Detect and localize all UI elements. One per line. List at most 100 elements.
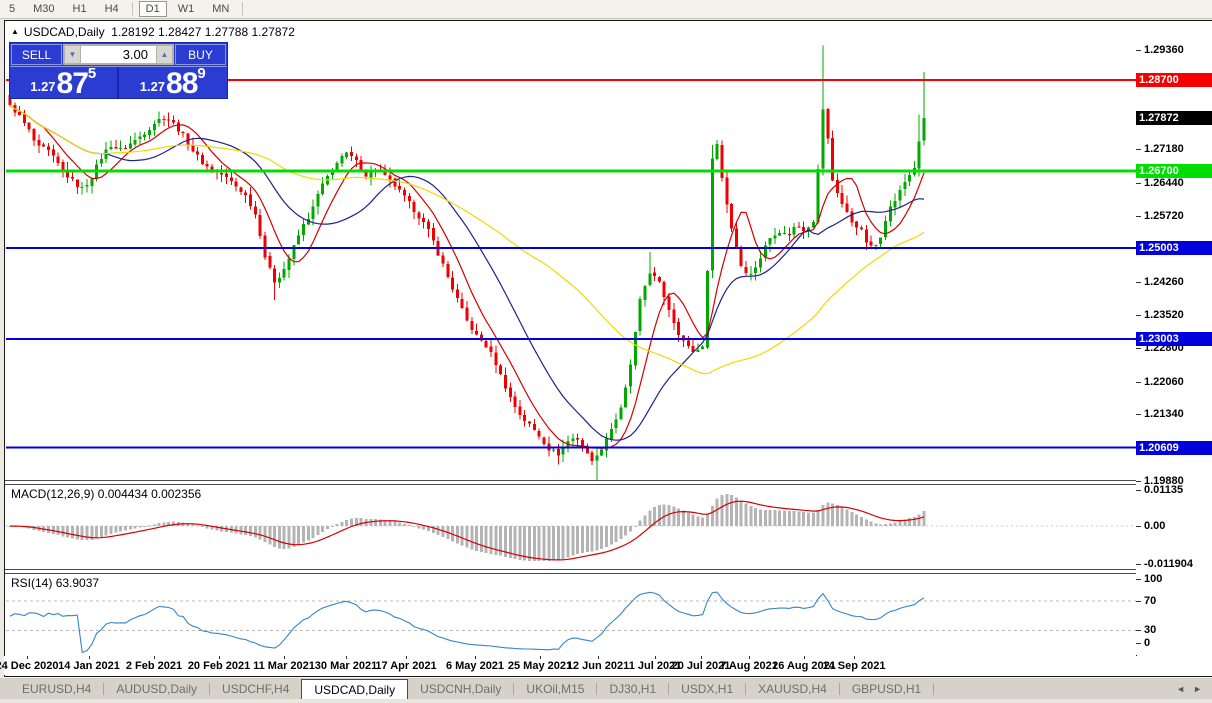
macd-axis-label: -0.011904 (1144, 557, 1193, 570)
volume-decrease-button[interactable]: ▼ (64, 45, 81, 64)
sell-button[interactable]: SELL (11, 44, 62, 65)
axis-tick (1136, 50, 1141, 52)
hline-price-tag: 1.23003 (1136, 331, 1212, 346)
buy-button[interactable]: BUY (175, 44, 226, 65)
date-label: 20 Feb 2021 (187, 660, 251, 672)
date-axis[interactable]: 24 Dec 2020 14 Jan 2021 2 Feb 2021 20 Feb 2… (0, 656, 1212, 675)
panel-splitter-rsi[interactable] (5, 569, 1212, 574)
hline-price-tag: 1.25003 (1136, 241, 1212, 256)
symbol-tab-usdchf[interactable]: USDCHF,H4 (210, 678, 301, 700)
macd-axis-label: 0.00 (1144, 520, 1166, 532)
macd-value-1: 0.004434 (97, 487, 148, 501)
symbol-tab-ukoil[interactable]: UKOil,M15 (514, 678, 596, 700)
hline-price-tag: 1.26700 (1136, 164, 1212, 178)
date-tick (475, 656, 476, 659)
timeframe-button-w1[interactable]: W1 (171, 1, 202, 17)
symbol-tab-bar: EURUSD,H4 AUDUSD,Daily USDCHF,H4 USDCAD,Dai… (0, 677, 1212, 700)
axis-tick (1136, 149, 1141, 151)
axis-tick (1136, 315, 1141, 317)
date-tick (598, 656, 599, 659)
timeframe-button-5[interactable]: 5 (2, 1, 22, 17)
rsi-panel-canvas[interactable] (6, 573, 1136, 656)
volume-spinner: ▼ 3.00 ▲ (63, 44, 174, 65)
price-tick-label: 1.24260 (1144, 275, 1184, 288)
axis-tick (1136, 490, 1141, 491)
date-tick (854, 656, 855, 659)
date-tick (154, 656, 155, 659)
date-label: 12 Jun 2021 (566, 660, 630, 672)
macd-axis-label: 0.01135 (1144, 484, 1184, 496)
buy-price-pip-digit: 9 (197, 65, 206, 82)
price-tick-label: 1.25720 (1144, 209, 1184, 222)
buy-price-big-digits: 88 (166, 67, 198, 100)
price-tick-label: 1.29360 (1144, 44, 1184, 57)
panel-splitter-macd[interactable] (5, 480, 1212, 485)
axis-tick (1136, 182, 1141, 184)
price-tick-label: 1.23520 (1144, 309, 1184, 322)
symbol-period-label: USDCAD,Daily (23, 25, 105, 39)
date-label: 14 Jan 2021 (58, 660, 120, 672)
axis-tick (1136, 579, 1141, 580)
price-axis[interactable]: 1.29360 1.27180 1.26440 1.25720 1.24260 1.235… (1136, 21, 1212, 655)
macd-value-2: 0.002356 (151, 487, 202, 501)
rsi-axis-label: 0 (1144, 637, 1151, 649)
tab-separator (933, 683, 935, 695)
timeframe-button-m30[interactable]: M30 (26, 1, 61, 17)
tab-scroll-left-icon[interactable]: ◄ (1176, 684, 1185, 694)
symbol-tab-xauusd[interactable]: XAUUSD,H4 (746, 678, 839, 700)
price-tick-label: 1.26440 (1144, 176, 1184, 189)
symbol-tab-usdx[interactable]: USDX,H1 (669, 678, 745, 700)
buy-price-display[interactable]: 1.27 88 9 (119, 65, 228, 100)
timeframe-button-h1[interactable]: H1 (66, 1, 94, 17)
date-label: 7 Aug 2021 (720, 660, 778, 672)
date-label: 11 Mar 2021 (253, 660, 315, 672)
buy-price-prefix: 1.27 (139, 79, 166, 94)
volume-increase-button[interactable]: ▲ (156, 45, 173, 64)
tab-scroll-right-icon[interactable]: ► (1193, 684, 1202, 694)
date-tick (346, 656, 347, 659)
rsi-axis-label: 100 (1144, 573, 1163, 585)
ohlc-close: 1.27872 (251, 25, 295, 39)
volume-input[interactable]: 3.00 (81, 45, 156, 64)
chart-ohlc-header: ▲ USDCAD,Daily 1.28192 1.28427 1.27788 1.… (11, 25, 295, 39)
sell-price-prefix: 1.27 (30, 79, 56, 94)
sell-price-big-digits: 87 (56, 67, 89, 100)
axis-tick (1136, 281, 1141, 283)
toolbar-separator (242, 2, 244, 16)
date-tick (27, 656, 28, 659)
timeframe-button-h4[interactable]: H4 (98, 1, 126, 17)
date-tick (749, 656, 750, 659)
date-label: 6 May 2021 (445, 660, 505, 672)
rsi-axis-label: 30 (1144, 624, 1157, 637)
axis-tick (1136, 563, 1141, 565)
symbol-tab-usdcnh[interactable]: USDCNH,Daily (408, 678, 513, 700)
axis-tick (1136, 601, 1141, 603)
symbol-tab-eurusd[interactable]: EURUSD,H4 (10, 678, 103, 700)
date-label: 17 Apr 2021 (375, 660, 437, 672)
timeframe-button-d1[interactable]: D1 (138, 1, 167, 17)
symbol-tab-usdcad[interactable]: USDCAD,Daily (301, 679, 409, 700)
date-tick (804, 656, 805, 659)
symbol-tab-audusd[interactable]: AUDUSD,Daily (104, 678, 209, 700)
date-label: 25 May 2021 (507, 660, 573, 672)
timeframe-button-mn[interactable]: MN (205, 1, 236, 17)
axis-tick (1136, 630, 1141, 632)
symbol-tab-gbpusd[interactable]: GBPUSD,H1 (840, 678, 933, 700)
bottom-status-strip (0, 699, 1212, 703)
hline-price-tag: 1.28700 (1136, 73, 1212, 88)
date-tick (406, 656, 407, 659)
collapse-arrow-icon[interactable]: ▲ (11, 27, 19, 36)
rsi-value: 63.9037 (55, 576, 100, 590)
date-tick (540, 656, 541, 659)
price-tick-label: 1.27180 (1144, 143, 1184, 156)
timeframe-toolbar: 5 M30 H1 H4 D1 W1 MN (0, 0, 1212, 19)
date-label: 30 Mar 2021 (314, 660, 378, 672)
axis-tick (1136, 480, 1141, 482)
symbol-tab-dj30[interactable]: DJ30,H1 (597, 678, 668, 700)
one-click-trading-panel: SELL ▼ 3.00 ▲ BUY 1.27 87 5 1.27 88 9 (9, 42, 228, 99)
sell-price-display[interactable]: 1.27 87 5 (10, 66, 119, 100)
axis-tick (1136, 414, 1141, 416)
date-tick (701, 656, 702, 659)
current-price-tag: 1.27872 (1136, 110, 1212, 125)
axis-tick (1136, 526, 1141, 527)
